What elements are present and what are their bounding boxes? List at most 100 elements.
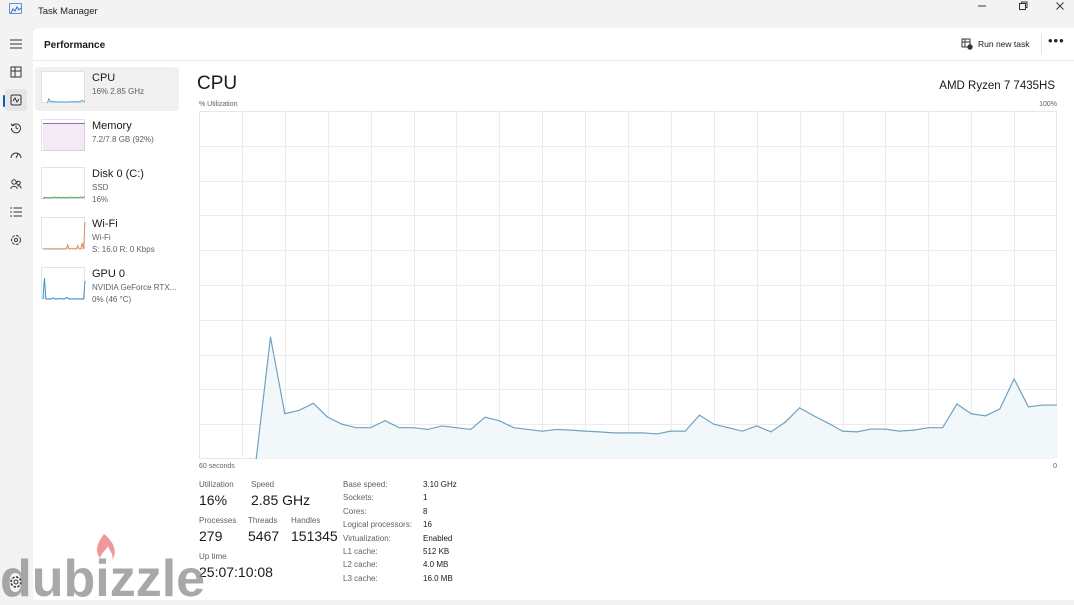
more-options-button[interactable]: ••• — [1048, 34, 1065, 47]
threads-label: Threads — [248, 516, 278, 525]
restore-icon — [1019, 1, 1028, 10]
gpu-thumbnail-graph — [41, 267, 86, 300]
thumbnail-line — [42, 277, 86, 300]
spec-label: L2 cache: — [343, 560, 378, 570]
settings-button[interactable] — [5, 571, 27, 593]
thumbnail-fill — [43, 123, 85, 151]
run-new-task-button[interactable]: Run new task — [961, 37, 1030, 51]
data-point — [913, 429, 915, 431]
data-point — [327, 416, 329, 418]
resource-detail: SSD — [92, 183, 109, 192]
resource-item-gpu[interactable]: GPU 0 NVIDIA GeForce RTX... 0% (46 °C) — [35, 263, 179, 307]
spec-label: L3 cache: — [343, 573, 378, 583]
data-point — [613, 432, 615, 434]
data-point — [984, 415, 987, 417]
details-icon — [10, 207, 22, 217]
nav-details[interactable] — [5, 201, 27, 223]
data-point — [513, 427, 515, 429]
data-point — [841, 430, 844, 432]
data-point — [384, 420, 386, 422]
nav-services[interactable] — [5, 229, 27, 251]
spec-label: Sockets: — [343, 493, 374, 503]
resource-detail: 16% 2.85 GHz — [92, 87, 145, 96]
data-point — [355, 427, 357, 429]
spec-value: 3.10 GHz — [423, 480, 457, 489]
resource-item-cpu[interactable]: CPU 16% 2.85 GHz — [35, 67, 179, 111]
data-point — [1027, 406, 1029, 408]
cpu-utilization-graph — [199, 111, 1058, 460]
resource-name: Memory — [92, 120, 132, 132]
nav-performance[interactable] — [5, 89, 27, 111]
data-point — [484, 416, 486, 418]
data-point — [856, 431, 858, 433]
data-point — [641, 432, 643, 434]
close-button[interactable] — [1040, 0, 1074, 12]
gear-icon — [10, 576, 22, 588]
nav-users[interactable] — [5, 173, 27, 195]
cpu-heading: CPU — [197, 73, 238, 94]
nav-app-history[interactable] — [5, 117, 27, 139]
nav-processes[interactable] — [5, 61, 27, 83]
handles-value: 151345 — [291, 528, 338, 544]
data-point — [627, 432, 629, 434]
thumbnail-line — [43, 221, 86, 250]
data-point — [927, 427, 929, 429]
data-point — [555, 428, 558, 431]
wifi-thumbnail-graph — [41, 217, 86, 250]
speed-value: 2.85 GHz — [251, 492, 311, 508]
uptime-label: Up time — [199, 552, 227, 561]
spec-label: L1 cache: — [343, 547, 378, 556]
spec-value: 4.0 MB — [423, 560, 449, 570]
resource-name: CPU — [92, 72, 116, 84]
resource-detail-2: 0% (46 °C) — [92, 295, 132, 304]
data-point — [827, 422, 829, 424]
resource-name: GPU 0 — [92, 268, 126, 280]
speed-label: Speed — [251, 480, 275, 489]
utilization-value: 16% — [199, 492, 228, 508]
y-axis-label: % Utilization — [199, 101, 238, 108]
spec-value: 512 KB — [423, 547, 450, 556]
spec-value: 1 — [423, 493, 428, 503]
thumbnail-fill — [43, 222, 85, 249]
main-panel: Performance Run new task ••• CPU 16% 2.8… — [33, 28, 1074, 600]
title-bar: Task Manager — [0, 0, 1074, 28]
data-point — [713, 423, 715, 425]
utilization-label: Utilization — [199, 480, 234, 489]
y-max-label: 100% — [1039, 101, 1057, 108]
resource-detail: NVIDIA GeForce RTX... — [92, 283, 177, 292]
task-manager-app-icon — [9, 3, 22, 14]
data-point — [284, 413, 286, 415]
data-point — [398, 427, 400, 429]
hamburger-menu-button[interactable] — [5, 33, 27, 55]
menu-icon — [10, 39, 22, 49]
spec-label: Virtualization: — [343, 533, 391, 543]
spec-value: Enabled — [423, 533, 453, 543]
data-point — [427, 428, 429, 431]
data-point — [312, 402, 314, 404]
data-point — [999, 408, 1001, 410]
data-point — [455, 427, 457, 429]
data-point — [341, 423, 343, 425]
resource-detail: 7.2/7.8 GB (92%) — [92, 135, 154, 144]
nav-startup-apps[interactable] — [5, 145, 27, 167]
resource-list: CPU 16% 2.85 GHz Memory 7.2/7.8 GB (92%)… — [35, 67, 179, 311]
users-icon — [10, 179, 22, 190]
data-point — [570, 429, 572, 431]
data-point — [870, 428, 872, 430]
minimize-button[interactable] — [962, 0, 1002, 12]
data-point — [727, 427, 729, 429]
services-icon — [11, 235, 21, 245]
resource-item-wifi[interactable]: Wi-Fi Wi-Fi S: 16.0 R: 0 Kbps — [35, 213, 179, 257]
processes-icon — [10, 66, 22, 78]
data-point — [884, 428, 887, 430]
data-point — [412, 427, 415, 429]
resource-item-disk[interactable]: Disk 0 (C:) SSD 16% — [35, 163, 179, 207]
window-title: Task Manager — [38, 6, 98, 17]
run-new-task-label: Run new task — [978, 39, 1030, 49]
data-point — [799, 407, 801, 409]
restore-button[interactable] — [1003, 0, 1043, 12]
resource-name: Wi-Fi — [92, 218, 118, 230]
resource-item-memory[interactable]: Memory 7.2/7.8 GB (92%) — [35, 115, 179, 159]
data-point — [584, 430, 586, 432]
data-point — [670, 430, 672, 432]
